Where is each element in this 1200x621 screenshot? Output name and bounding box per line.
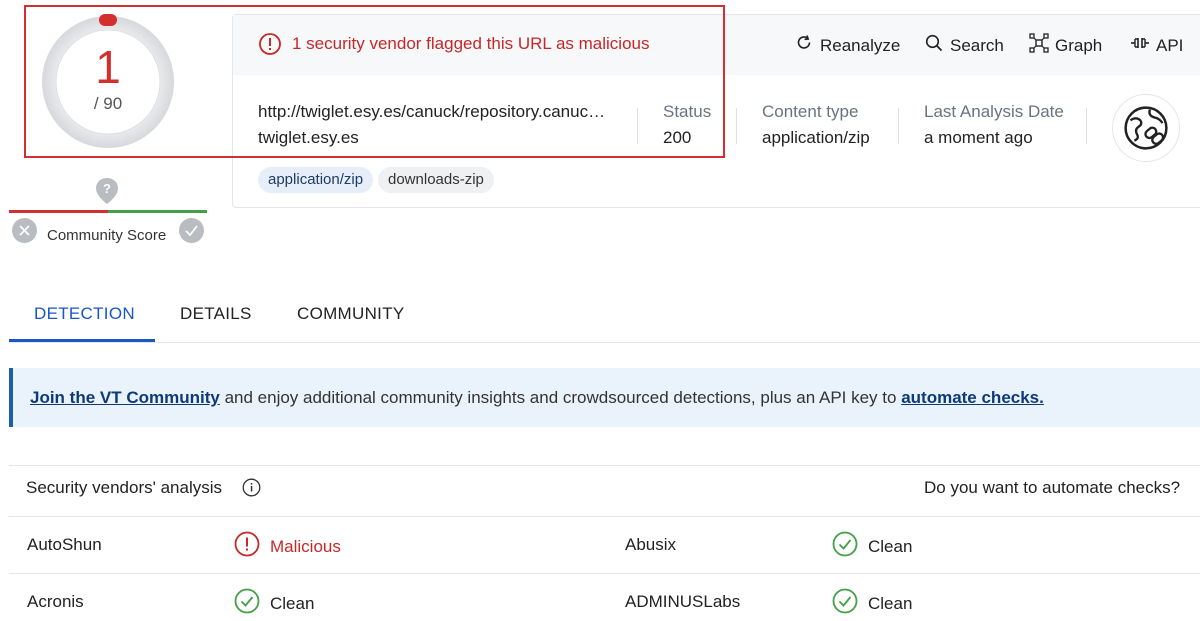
last-analysis-value: a moment ago [924, 128, 1033, 147]
community-score-bar-negative [9, 210, 108, 213]
api-icon [1130, 33, 1150, 58]
clean-check-icon [832, 531, 858, 562]
vendor-name: Abusix [625, 535, 677, 554]
search-icon [924, 33, 944, 58]
row-divider [9, 516, 1200, 517]
community-banner-text: Join the VT Community and enjoy addition… [30, 388, 1044, 408]
tab-details[interactable]: DETAILS [180, 304, 252, 324]
clean-check-icon [234, 588, 260, 619]
graph-button[interactable]: Graph [1029, 33, 1102, 58]
divider [637, 108, 638, 144]
divider [1086, 108, 1087, 144]
api-label: API [1156, 35, 1184, 55]
svg-text:?: ? [103, 181, 111, 196]
community-score-bar-positive [108, 210, 207, 213]
tab-detection[interactable]: DETECTION [34, 304, 135, 324]
tag-chip[interactable]: application/zip [258, 167, 374, 193]
vendor-name: AutoShun [27, 535, 102, 554]
automate-checks-link[interactable]: automate checks. [901, 388, 1044, 407]
tab-community[interactable]: COMMUNITY [297, 304, 405, 324]
table-border [9, 465, 1200, 466]
vendor-name: ADMINUSLabs [625, 592, 741, 611]
join-community-link[interactable]: Join the VT Community [30, 388, 220, 407]
vendor-verdict: Malicious [234, 531, 341, 562]
api-button[interactable]: API [1130, 33, 1183, 58]
url-type-globe-icon [1112, 94, 1180, 162]
vote-harmless-button[interactable] [179, 218, 204, 243]
tabs-divider [9, 342, 1200, 343]
clean-check-icon [832, 588, 858, 619]
content-type-value: application/zip [762, 128, 870, 147]
community-score-label: Community Score [47, 227, 167, 244]
vendor-verdict: Clean [832, 588, 912, 619]
vendors-analysis-title: Security vendors' analysis [26, 478, 222, 497]
vote-malicious-button[interactable] [12, 218, 37, 243]
refresh-icon [794, 33, 814, 58]
verdict-label: Malicious [270, 536, 341, 556]
detection-count: 1 [95, 41, 121, 93]
scanned-domain[interactable]: twiglet.esy.es [258, 128, 359, 148]
question-pin-icon: ? [95, 177, 119, 205]
status-value: 200 [663, 128, 692, 147]
status-label: Status [663, 102, 712, 121]
vendor-name: Acronis [27, 592, 84, 611]
last-analysis-label: Last Analysis Date [924, 102, 1064, 121]
search-button[interactable]: Search [924, 33, 1004, 58]
vendor-verdict: Clean [234, 588, 314, 619]
detection-marker [99, 14, 117, 26]
automate-checks-prompt[interactable]: Do you want to automate checks? [924, 478, 1180, 498]
scanned-url: http://twiglet.esy.es/canuck/repository.… [258, 102, 613, 121]
divider [736, 108, 737, 144]
graph-label: Graph [1055, 35, 1103, 55]
tag-chip[interactable]: downloads-zip [378, 167, 494, 193]
banner-message: and enjoy additional community insights … [219, 388, 902, 407]
verdict-label: Clean [868, 536, 913, 556]
active-tab-indicator [9, 339, 155, 342]
info-icon[interactable] [242, 478, 261, 497]
malicious-alert-text: 1 security vendor flagged this URL as ma… [292, 34, 650, 53]
graph-icon [1029, 33, 1049, 58]
vendor-verdict: Clean [832, 531, 912, 562]
verdict-label: Clean [868, 593, 913, 613]
reanalyze-button[interactable]: Reanalyze [794, 33, 900, 58]
search-label: Search [950, 35, 1004, 55]
engine-total: / 90 [93, 94, 123, 113]
malicious-icon [234, 531, 260, 562]
alert-circle-icon [258, 32, 282, 56]
content-type-label: Content type [762, 102, 859, 121]
divider [898, 108, 899, 144]
reanalyze-label: Reanalyze [820, 35, 901, 55]
row-divider [9, 573, 1200, 574]
verdict-label: Clean [270, 593, 315, 613]
